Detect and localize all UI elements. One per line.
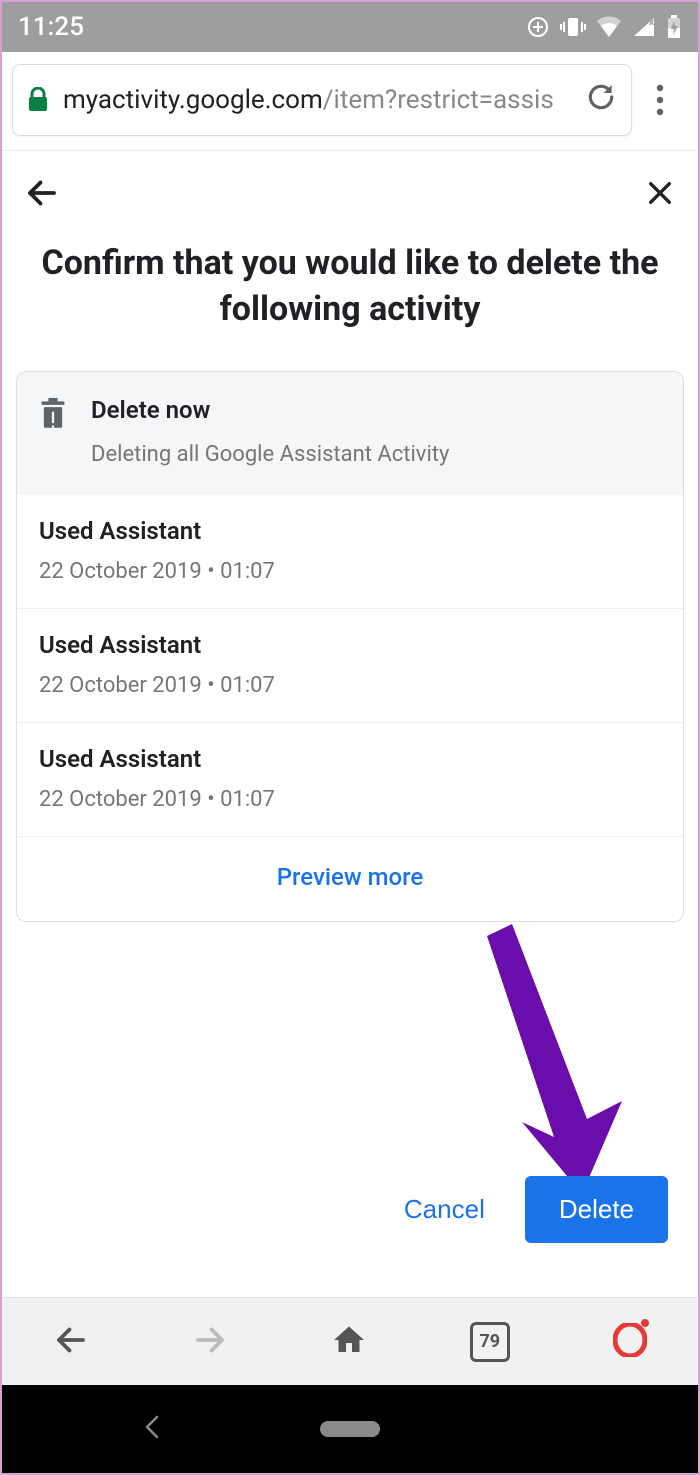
nav-opera-button[interactable]: [613, 1323, 647, 1361]
card-header: Delete now Deleting all Google Assistant…: [17, 372, 683, 495]
lock-icon: [27, 87, 49, 113]
activity-date: 22 October 2019 • 01:07: [39, 673, 661, 698]
preview-more-link[interactable]: Preview more: [17, 837, 683, 921]
status-icons: x: [526, 15, 682, 39]
notification-dot-icon: [641, 1319, 649, 1327]
signal-icon: x: [632, 16, 656, 38]
dialog-actions: Cancel Delete: [398, 1176, 668, 1243]
nav-home-button[interactable]: [331, 1322, 367, 1362]
activity-title: Used Assistant: [39, 745, 661, 773]
card-subtitle: Deleting all Google Assistant Activity: [91, 442, 449, 467]
browser-bottom-nav: 79: [2, 1297, 698, 1385]
status-bar: 11:25 x: [2, 2, 698, 52]
browser-toolbar: myactivity.google.com/item?restrict=assi…: [2, 52, 698, 151]
vibrate-icon: [560, 15, 586, 39]
battery-icon: [666, 15, 682, 39]
activity-date: 22 October 2019 • 01:07: [39, 787, 661, 812]
data-saver-icon: [526, 15, 550, 39]
system-back-button[interactable]: [142, 1413, 162, 1445]
annotation-arrow: [472, 924, 632, 1194]
activity-title: Used Assistant: [39, 517, 661, 545]
system-home-pill[interactable]: [320, 1421, 380, 1437]
card-title: Delete now: [91, 396, 449, 424]
activity-date: 22 October 2019 • 01:07: [39, 559, 661, 584]
reload-button[interactable]: [585, 81, 617, 120]
svg-text:x: x: [649, 17, 655, 28]
page-header: [2, 151, 698, 223]
system-nav: [2, 1385, 698, 1473]
url-text: myactivity.google.com/item?restrict=assi…: [63, 85, 563, 115]
delete-card: Delete now Deleting all Google Assistant…: [16, 371, 684, 922]
trash-icon: [39, 396, 67, 467]
address-bar[interactable]: myactivity.google.com/item?restrict=assi…: [12, 64, 632, 136]
status-time: 11:25: [18, 12, 84, 42]
activity-title: Used Assistant: [39, 631, 661, 659]
cancel-button[interactable]: Cancel: [398, 1184, 491, 1235]
back-button[interactable]: [24, 175, 60, 215]
close-button[interactable]: [644, 177, 676, 213]
nav-tabs-button[interactable]: 79: [470, 1322, 510, 1362]
activity-item: Used Assistant 22 October 2019 • 01:07: [17, 723, 683, 837]
activity-item: Used Assistant 22 October 2019 • 01:07: [17, 495, 683, 609]
wifi-icon: [596, 16, 622, 38]
page-title: Confirm that you would like to delete th…: [2, 223, 698, 361]
nav-back-button[interactable]: [53, 1322, 89, 1362]
device-frame: 11:25 x myactivity.google.com/item?restr…: [0, 0, 700, 1475]
nav-forward-button[interactable]: [192, 1322, 228, 1362]
browser-menu-button[interactable]: [632, 84, 688, 116]
activity-item: Used Assistant 22 October 2019 • 01:07: [17, 609, 683, 723]
delete-button[interactable]: Delete: [525, 1176, 668, 1243]
